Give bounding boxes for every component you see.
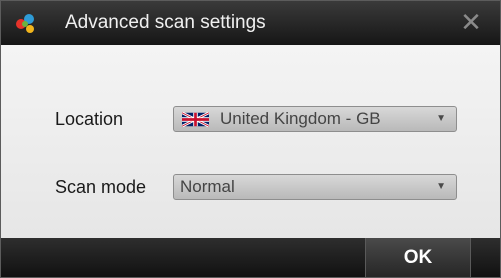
uk-flag-icon bbox=[182, 112, 209, 127]
location-label: Location bbox=[55, 109, 124, 129]
dialog-footer: OK bbox=[1, 238, 500, 277]
chevron-down-icon: ▼ bbox=[436, 181, 446, 192]
dialog-title: Advanced scan settings bbox=[65, 12, 266, 33]
location-select[interactable]: United Kingdom - GB ▼ bbox=[173, 106, 457, 132]
scan-mode-label: Scan mode bbox=[55, 177, 147, 197]
close-icon[interactable]: ✕ bbox=[456, 7, 486, 37]
chevron-down-icon: ▼ bbox=[436, 113, 446, 124]
title-bar: Advanced scan settings ✕ bbox=[1, 1, 500, 45]
dialog-body: Location United Kingdom - GB ▼ Scan mode… bbox=[1, 45, 500, 238]
scan-mode-select[interactable]: Normal ▼ bbox=[173, 174, 457, 200]
app-logo-icon bbox=[16, 14, 34, 33]
scan-mode-value: Normal bbox=[180, 177, 235, 196]
advanced-scan-settings-dialog: Advanced scan settings ✕ Location United… bbox=[0, 0, 501, 278]
location-value: United Kingdom - GB bbox=[220, 109, 381, 128]
ok-button[interactable]: OK bbox=[365, 238, 471, 277]
